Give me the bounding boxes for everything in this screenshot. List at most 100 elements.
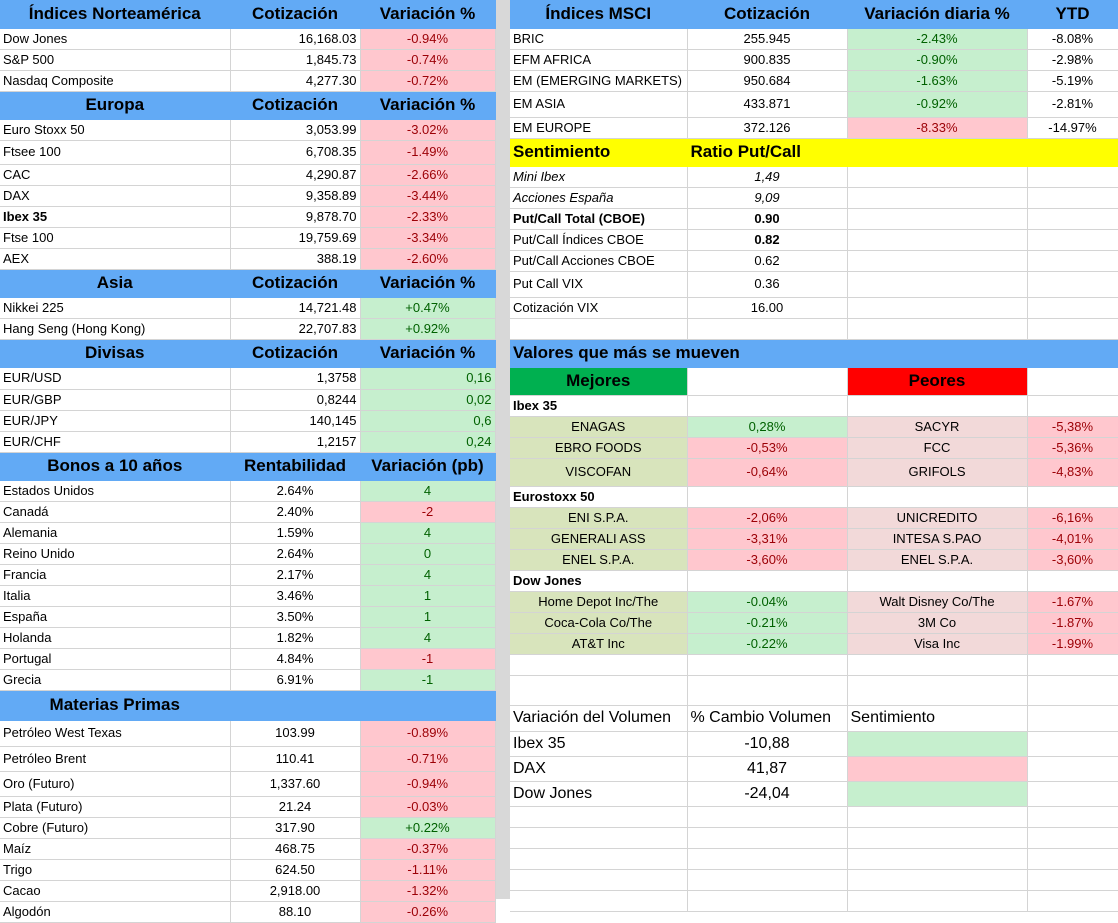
cell[interactable]: YTD bbox=[1027, 0, 1118, 29]
cell[interactable]: Put/Call Índices CBOE bbox=[510, 229, 688, 251]
cell[interactable]: -1.32% bbox=[360, 880, 496, 902]
cell[interactable]: -2.81% bbox=[1027, 91, 1118, 118]
cell[interactable]: 1,337.60 bbox=[230, 771, 361, 797]
cell[interactable]: Divisas bbox=[0, 339, 231, 368]
cell[interactable] bbox=[230, 690, 361, 721]
cell[interactable]: 4 bbox=[360, 564, 496, 586]
cell[interactable]: -1.67% bbox=[1027, 591, 1118, 613]
cell[interactable]: Ftse 100 bbox=[0, 227, 231, 249]
cell[interactable]: Nasdaq Composite bbox=[0, 70, 231, 92]
cell[interactable]: -2.43% bbox=[847, 28, 1028, 50]
cell[interactable]: Put/Call Acciones CBOE bbox=[510, 250, 688, 272]
cell[interactable] bbox=[847, 869, 1028, 891]
cell[interactable] bbox=[687, 869, 848, 891]
cell[interactable]: 4,290.87 bbox=[230, 164, 361, 186]
cell[interactable]: 1,845.73 bbox=[230, 49, 361, 71]
cell[interactable]: 3,053.99 bbox=[230, 119, 361, 141]
cell[interactable] bbox=[510, 318, 688, 340]
cell[interactable]: EUR/USD bbox=[0, 367, 231, 390]
cell[interactable]: 22,707.83 bbox=[230, 318, 361, 340]
cell[interactable] bbox=[1027, 570, 1118, 592]
cell[interactable]: -14.97% bbox=[1027, 117, 1118, 139]
cell[interactable]: 4.84% bbox=[230, 648, 361, 670]
cell[interactable]: Oro (Futuro) bbox=[0, 771, 231, 797]
cell[interactable]: -0.92% bbox=[847, 91, 1028, 118]
cell[interactable]: Ibex 35 bbox=[0, 206, 231, 228]
sentiment-cell[interactable] bbox=[847, 756, 1028, 782]
cell[interactable]: Alemania bbox=[0, 522, 231, 544]
cell[interactable] bbox=[1027, 271, 1118, 298]
cell[interactable]: Cotización bbox=[230, 269, 361, 298]
group-label[interactable]: Ibex 35 bbox=[510, 395, 688, 417]
cell[interactable] bbox=[687, 570, 848, 592]
cell[interactable]: 2.17% bbox=[230, 564, 361, 586]
cell[interactable]: Asia bbox=[0, 269, 231, 298]
cell[interactable]: -2.98% bbox=[1027, 49, 1118, 71]
cell[interactable] bbox=[1027, 187, 1118, 209]
cell[interactable]: 4 bbox=[360, 627, 496, 649]
cell[interactable]: -4,01% bbox=[1027, 528, 1118, 550]
cell[interactable]: 0.90 bbox=[687, 208, 848, 230]
cell[interactable]: -0.74% bbox=[360, 49, 496, 71]
cell[interactable]: 9,358.89 bbox=[230, 185, 361, 207]
cell[interactable]: EM ASIA bbox=[510, 91, 688, 118]
cell[interactable]: 14,721.48 bbox=[230, 297, 361, 319]
cell[interactable]: -2,06% bbox=[687, 507, 848, 529]
cell[interactable] bbox=[687, 654, 848, 676]
cell[interactable]: -0.21% bbox=[687, 612, 848, 634]
cell[interactable]: Euro Stoxx 50 bbox=[0, 119, 231, 141]
cell[interactable]: 16.00 bbox=[687, 297, 848, 319]
cell[interactable]: Ftsee 100 bbox=[0, 140, 231, 165]
cell[interactable] bbox=[687, 675, 848, 706]
cell[interactable]: ENI S.P.A. bbox=[510, 507, 688, 529]
cell[interactable]: Variación % bbox=[360, 91, 496, 120]
cell[interactable]: -1 bbox=[360, 669, 496, 691]
cell[interactable]: 2.64% bbox=[230, 480, 361, 502]
cell[interactable]: 3M Co bbox=[847, 612, 1028, 634]
cell[interactable]: 433.871 bbox=[687, 91, 848, 118]
cell[interactable] bbox=[847, 486, 1028, 508]
cell[interactable]: 2,918.00 bbox=[230, 880, 361, 902]
cell[interactable]: 388.19 bbox=[230, 248, 361, 270]
cell[interactable]: Cotización bbox=[687, 0, 848, 29]
cell[interactable]: 4 bbox=[360, 480, 496, 502]
cell[interactable]: 19,759.69 bbox=[230, 227, 361, 249]
cell[interactable]: EUR/CHF bbox=[0, 431, 231, 453]
cell[interactable] bbox=[510, 869, 688, 891]
cell[interactable]: 3.46% bbox=[230, 585, 361, 607]
cell[interactable]: ENEL S.P.A. bbox=[847, 549, 1028, 571]
cell[interactable]: AEX bbox=[0, 248, 231, 270]
cell[interactable] bbox=[1027, 890, 1118, 912]
cell[interactable]: -0.94% bbox=[360, 771, 496, 797]
cell[interactable]: CAC bbox=[0, 164, 231, 186]
cell[interactable]: 1.59% bbox=[230, 522, 361, 544]
cell[interactable]: España bbox=[0, 606, 231, 628]
cell[interactable]: -5,38% bbox=[1027, 416, 1118, 438]
cell[interactable] bbox=[847, 675, 1028, 706]
cell[interactable] bbox=[847, 318, 1028, 340]
cell[interactable]: 624.50 bbox=[230, 859, 361, 881]
cell[interactable] bbox=[1027, 367, 1118, 396]
cell[interactable] bbox=[1027, 654, 1118, 676]
cell[interactable]: 0,6 bbox=[360, 410, 496, 432]
cell[interactable] bbox=[1027, 731, 1118, 757]
cell[interactable] bbox=[1027, 229, 1118, 251]
cell[interactable] bbox=[687, 890, 848, 912]
cell[interactable] bbox=[847, 187, 1028, 209]
cell[interactable]: EFM AFRICA bbox=[510, 49, 688, 71]
worst-header[interactable]: Peores bbox=[847, 367, 1028, 396]
cell[interactable]: -5,36% bbox=[1027, 437, 1118, 459]
cell[interactable]: 110.41 bbox=[230, 746, 361, 772]
cell[interactable]: Variación (pb) bbox=[360, 452, 496, 481]
cell[interactable]: 0,02 bbox=[360, 389, 496, 411]
cell[interactable]: Europa bbox=[0, 91, 231, 120]
cell[interactable] bbox=[510, 675, 688, 706]
cell[interactable] bbox=[1027, 756, 1118, 782]
cell[interactable] bbox=[847, 827, 1028, 849]
cell[interactable]: Cotización bbox=[230, 91, 361, 120]
cell[interactable] bbox=[1027, 781, 1118, 807]
group-label[interactable]: Dow Jones bbox=[510, 570, 688, 592]
cell[interactable]: Grecia bbox=[0, 669, 231, 691]
cell[interactable]: Variación % bbox=[360, 269, 496, 298]
cell[interactable]: Índices MSCI bbox=[510, 0, 688, 29]
